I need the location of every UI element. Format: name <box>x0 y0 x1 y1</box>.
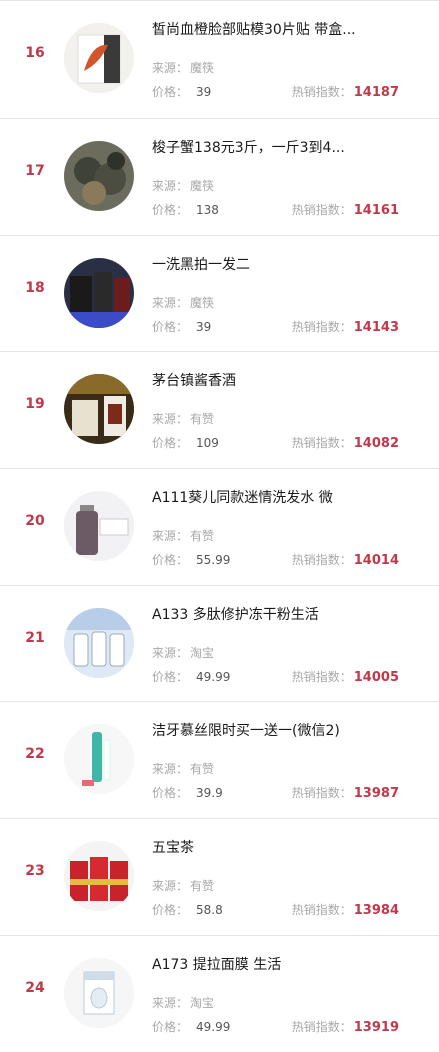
rank-number: 19 <box>25 396 45 413</box>
hot-index: 热销指数： 14014 <box>291 553 399 569</box>
hot-index-value: 14143 <box>353 319 399 335</box>
source-value: 有赞 <box>190 879 215 894</box>
product-title[interactable]: A111葵儿同款迷情洗发水 微 <box>152 487 419 507</box>
price-value: 39.9 <box>196 786 223 801</box>
hot-index-value: 14014 <box>353 553 399 569</box>
source-value: 淘宝 <box>190 645 215 660</box>
product-title[interactable]: 茅台镇酱香酒 <box>152 370 419 390</box>
source-info: 来源： 淘宝 <box>152 645 215 660</box>
list-item[interactable]: 21 A133 多肽修护冻干粉生活 来源： 淘宝 价格： 49.99 热销指数： 14… <box>0 584 439 702</box>
source-value: 有赞 <box>190 762 215 777</box>
source-value: 有赞 <box>190 529 215 544</box>
hot-index: 热销指数： 13919 <box>291 1019 399 1035</box>
hot-index: 热销指数： 14005 <box>291 669 399 685</box>
list-item[interactable]: 20 A111葵儿同款迷情洗发水 微 来源： 有赞 价格： 55.99 热销指数： 1… <box>0 468 439 585</box>
source-value: 魔筷 <box>190 295 215 310</box>
product-thumbnail[interactable] <box>64 257 134 328</box>
rank-number: 23 <box>25 863 45 880</box>
price-info: 价格： 55.99 <box>152 553 231 568</box>
product-thumbnail[interactable] <box>64 724 134 795</box>
hot-index-value: 14161 <box>353 203 399 218</box>
price-info: 价格： 39 <box>152 319 212 334</box>
price-info: 价格： 49.99 <box>152 1019 231 1034</box>
product-thumbnail[interactable] <box>64 374 134 445</box>
rank-number: 22 <box>25 746 45 763</box>
source-value: 魔筷 <box>190 179 215 193</box>
list-item[interactable]: 18 一洗黑拍一发二 来源： 魔筷 价格： 39 热销指数： 14143 <box>0 234 439 352</box>
source-info: 来源： 有赞 <box>152 412 215 427</box>
price-value: 39 <box>196 85 212 99</box>
hot-index: 热销指数： 13984 <box>291 903 399 919</box>
list-item[interactable]: 22 洁牙慕丝限时买一送一(微信2) 来源： 有赞 价格： 39.9 热销指数： 13… <box>0 701 439 818</box>
price-value: 49.99 <box>196 1019 231 1034</box>
hot-index: 热销指数： 13987 <box>291 786 399 802</box>
price-info: 价格： 39.9 <box>152 786 223 801</box>
product-thumbnail[interactable] <box>64 491 134 562</box>
price-info: 价格： 58.8 <box>152 903 223 918</box>
source-info: 来源： 魔筷 <box>152 61 215 75</box>
product-thumbnail[interactable] <box>64 841 134 912</box>
price-value: 49.99 <box>196 669 231 684</box>
source-info: 来源： 淘宝 <box>152 995 215 1010</box>
rank-number: 16 <box>25 45 45 61</box>
price-value: 39 <box>196 319 212 334</box>
source-value: 魔筷 <box>190 61 215 75</box>
price-info: 价格： 39 <box>152 85 212 99</box>
source-info: 来源： 有赞 <box>152 762 215 777</box>
price-value: 138 <box>196 203 219 217</box>
hot-index-value: 14005 <box>353 669 399 685</box>
product-thumbnail[interactable] <box>64 957 134 1028</box>
rank-number: 20 <box>25 513 45 530</box>
price-info: 价格： 138 <box>152 203 219 217</box>
product-thumbnail[interactable] <box>64 23 134 93</box>
product-title[interactable]: A173 提拉面膜 生活 <box>152 954 419 974</box>
source-value: 有赞 <box>190 412 215 427</box>
product-title[interactable]: A133 多肽修护冻干粉生活 <box>152 604 419 624</box>
price-info: 价格： 49.99 <box>152 669 231 684</box>
product-title[interactable]: 一洗黑拍一发二 <box>152 254 419 274</box>
hot-index-value: 14187 <box>353 85 399 100</box>
hot-index-value: 13919 <box>353 1019 399 1035</box>
hot-index-value: 13984 <box>353 903 399 919</box>
price-value: 55.99 <box>196 553 231 568</box>
price-value: 109 <box>196 436 219 451</box>
price-info: 价格： 109 <box>152 436 219 451</box>
hot-index: 热销指数： 14187 <box>291 85 399 100</box>
product-title[interactable]: 梭子蟹138元3斤，一斤3到4... <box>152 137 419 157</box>
product-title[interactable]: 皙尚血橙脸部贴模30片贴 带盒... <box>152 19 419 39</box>
list-item[interactable]: 19 茅台镇酱香酒 来源： 有赞 价格： 109 热销指数： 14082 <box>0 351 439 468</box>
rank-number: 18 <box>25 279 45 296</box>
product-title[interactable]: 洁牙慕丝限时买一送一(微信2) <box>152 720 419 740</box>
source-info: 来源： 魔筷 <box>152 295 215 310</box>
price-value: 58.8 <box>196 903 223 918</box>
list-item[interactable]: 16 皙尚血橙脸部贴模30片贴 带盒... 来源： 魔筷 价格： 39 热销指数： 1… <box>0 0 439 118</box>
source-info: 来源： 有赞 <box>152 879 215 894</box>
product-thumbnail[interactable] <box>64 141 134 211</box>
list-item[interactable]: 24 A173 提拉面膜 生活 来源： 淘宝 价格： 49.99 热销指数： 1391… <box>0 934 439 1052</box>
hot-index: 热销指数： 14082 <box>291 436 399 452</box>
hot-index-value: 14082 <box>353 436 399 452</box>
hot-index: 热销指数： 14161 <box>291 203 399 218</box>
list-item[interactable]: 23 五宝茶 来源： 有赞 价格： 58.8 热销指数： 13984 <box>0 818 439 935</box>
source-info: 来源： 魔筷 <box>152 179 215 193</box>
list-item[interactable]: 17 梭子蟹138元3斤，一斤3到4... 来源： 魔筷 价格： 138 热销指数：… <box>0 118 439 235</box>
hot-index: 热销指数： 14143 <box>291 319 399 335</box>
rank-number: 17 <box>25 163 45 179</box>
source-info: 来源： 有赞 <box>152 529 215 544</box>
hot-index-value: 13987 <box>353 786 399 802</box>
rank-number: 21 <box>25 629 45 646</box>
product-title[interactable]: 五宝茶 <box>152 837 419 857</box>
product-thumbnail[interactable] <box>64 607 134 678</box>
hot-sales-list: 16 皙尚血橙脸部贴模30片贴 带盒... 来源： 魔筷 价格： 39 热销指数： 1… <box>0 0 439 1052</box>
rank-number: 24 <box>25 979 45 996</box>
source-value: 淘宝 <box>190 995 215 1010</box>
